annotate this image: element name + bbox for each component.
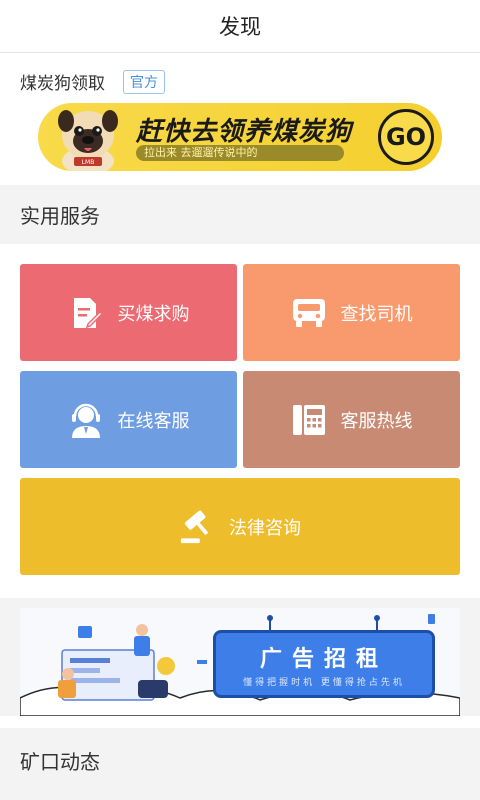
tile-legal-consult-label: 法律咨询 <box>229 517 301 539</box>
tile-buy-coal[interactable]: 买煤求购 <box>20 264 237 361</box>
customer-service-icon <box>68 402 104 438</box>
go-button[interactable]: GO <box>378 109 434 165</box>
tile-find-driver[interactable]: 查找司机 <box>243 264 460 361</box>
mine-updates-heading: 矿口动态 <box>0 728 480 792</box>
banner-subline: 拉出来 去遛遛传说中的 <box>136 145 344 161</box>
banner-headline: 赶快去领养煤炭狗 <box>136 117 353 147</box>
ad-subline: 懂得把握时机 更懂得抢占先机 <box>243 678 405 688</box>
ad-headline: 广告招租 <box>259 647 388 672</box>
services-heading: 实用服务 <box>0 185 480 244</box>
promo-heading: 煤炭狗领取 官方 <box>20 69 165 94</box>
tile-buy-coal-label: 买煤求购 <box>117 303 190 325</box>
ad-banner[interactable]: 广告招租 懂得把握时机 更懂得抢占先机 <box>20 608 460 716</box>
promo-title: 煤炭狗领取 <box>20 74 105 94</box>
tile-legal-consult[interactable]: 法律咨询 <box>20 478 460 575</box>
promo-section: 煤炭狗领取 官方 LMB 赶快去领养煤炭狗 拉出来 去遛遛传说中的 GO <box>0 53 480 185</box>
tile-find-driver-label: 查找司机 <box>340 303 413 325</box>
tile-service-hotline-label: 客服热线 <box>340 410 413 432</box>
phone-hotline-icon <box>291 402 327 438</box>
tile-online-support[interactable]: 在线客服 <box>20 371 237 468</box>
page-title: 发现 <box>0 0 480 53</box>
pug-mascot-icon: LMB <box>58 110 118 171</box>
official-badge: 官方 <box>123 69 165 94</box>
ad-signboard: 广告招租 懂得把握时机 更懂得抢占先机 <box>213 630 435 698</box>
gavel-icon <box>179 509 215 545</box>
document-edit-icon <box>68 295 104 331</box>
truck-icon <box>291 295 327 331</box>
tile-online-support-label: 在线客服 <box>117 410 190 432</box>
services-panel: 买煤求购 查找司机 在线客服 客服热线 法律咨询 <box>0 244 480 598</box>
adopt-dog-banner[interactable]: LMB 赶快去领养煤炭狗 拉出来 去遛遛传说中的 GO <box>38 103 442 171</box>
divider <box>0 716 480 728</box>
tile-service-hotline[interactable]: 客服热线 <box>243 371 460 468</box>
dog-tag-text: LMB <box>82 159 95 166</box>
